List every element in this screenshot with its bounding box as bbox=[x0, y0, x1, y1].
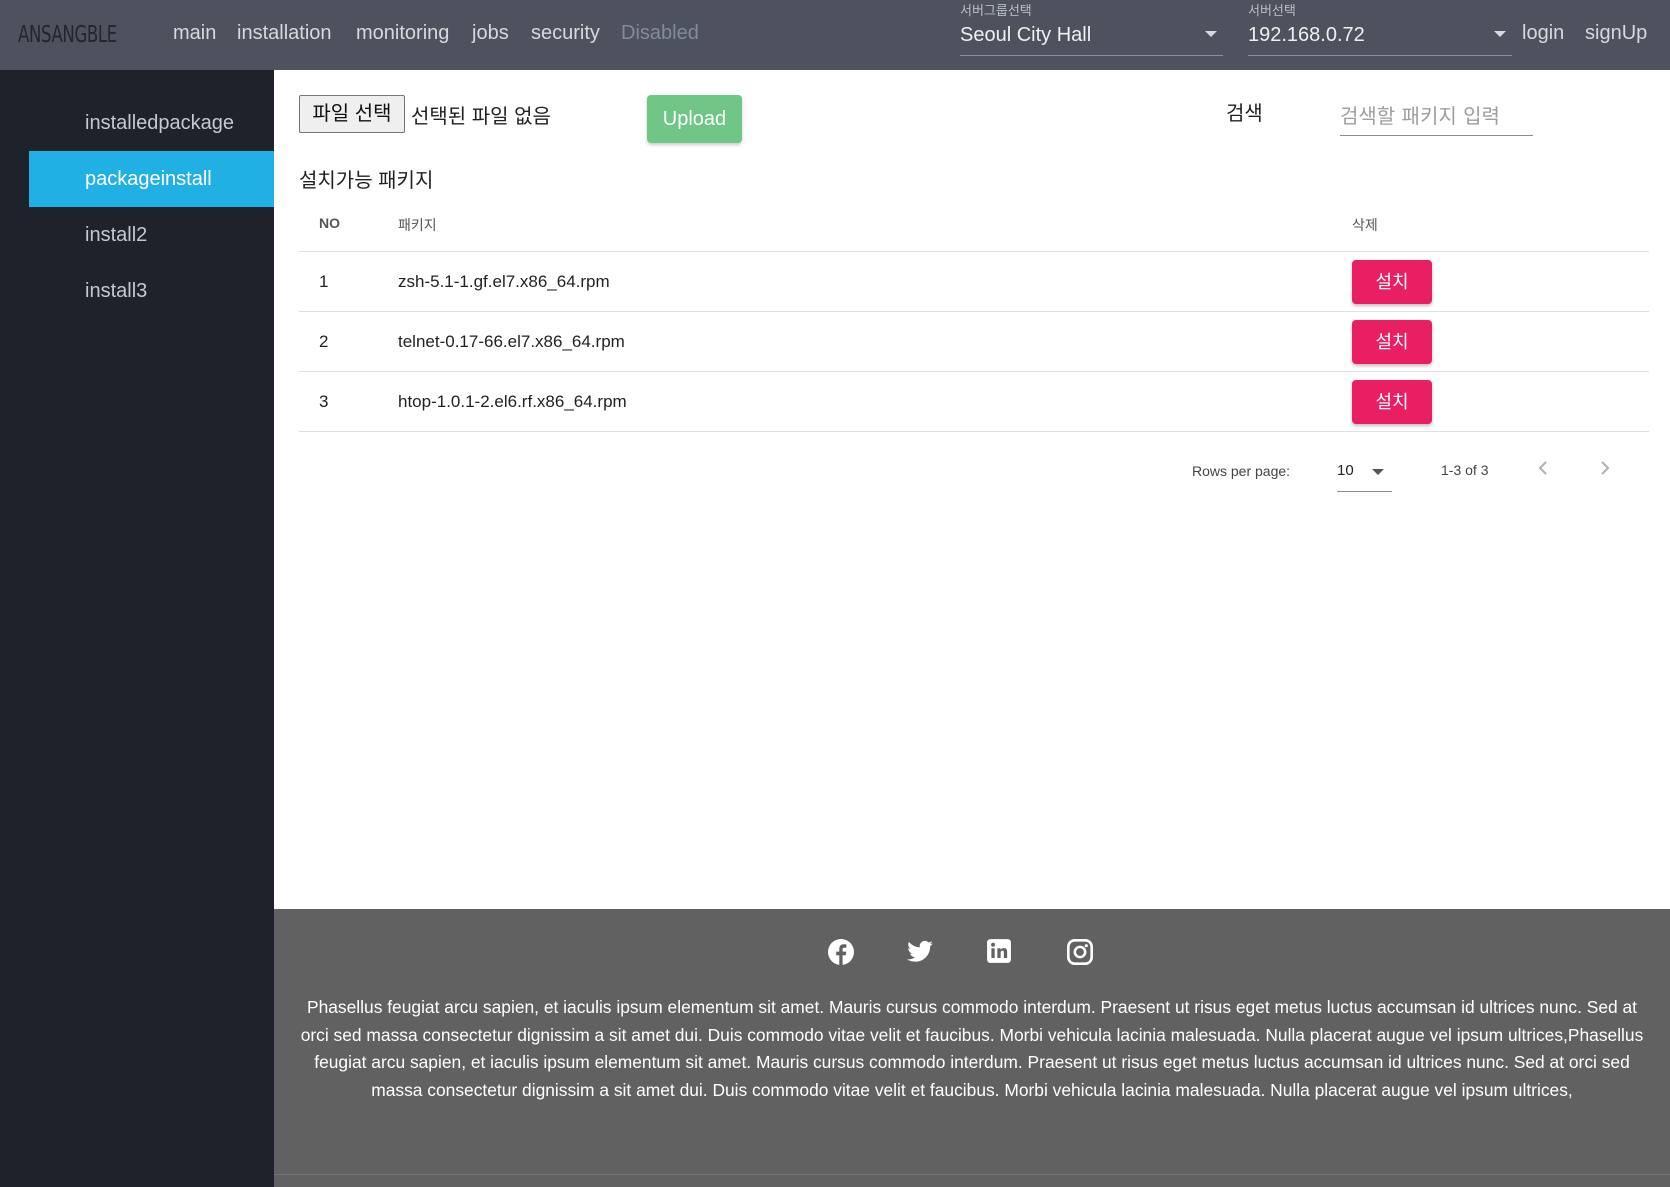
chevron-down-icon bbox=[1372, 469, 1384, 475]
login-link[interactable]: login bbox=[1522, 22, 1564, 45]
header-delete: 삭제 bbox=[1352, 217, 1378, 233]
row-package: telnet-0.17-66.el7.x86_64.rpm bbox=[398, 332, 625, 351]
top-navbar: ANSANGBLE main installation monitoring j… bbox=[0, 0, 1670, 70]
server-value: 192.168.0.72 bbox=[1248, 24, 1365, 46]
rows-per-page-select[interactable]: 10 bbox=[1337, 456, 1392, 492]
table-row: 3 htop-1.0.1-2.el6.rf.x86_64.rpm 설치 bbox=[299, 372, 1649, 432]
row-package: zsh-5.1-1.gf.el7.x86_64.rpm bbox=[398, 272, 610, 291]
footer-bottom bbox=[274, 1175, 1670, 1187]
search-input[interactable] bbox=[1340, 96, 1533, 136]
server-select[interactable]: 서버선택 192.168.0.72 bbox=[1248, 0, 1512, 56]
sidebar: installedpackage packageinstall install2… bbox=[0, 70, 274, 1187]
sidebar-item-packageinstall[interactable]: packageinstall bbox=[29, 151, 274, 207]
facebook-icon[interactable] bbox=[827, 938, 855, 966]
sidebar-item-install2[interactable]: install2 bbox=[29, 207, 274, 263]
nav-security[interactable]: security bbox=[531, 22, 600, 45]
chevron-right-icon bbox=[1601, 461, 1610, 475]
file-status-text: 선택된 파일 없음 bbox=[411, 106, 551, 128]
header-no: NO bbox=[319, 215, 340, 231]
sidebar-item-install3[interactable]: install3 bbox=[29, 263, 274, 319]
next-page-button[interactable] bbox=[1593, 456, 1617, 480]
server-group-label: 서버그룹선택 bbox=[960, 3, 1032, 18]
nav-jobs[interactable]: jobs bbox=[472, 22, 509, 45]
server-label: 서버선택 bbox=[1248, 3, 1296, 18]
footer: Phasellus feugiat arcu sapien, et iaculi… bbox=[274, 909, 1670, 1177]
page-range-text: 1-3 of 3 bbox=[1441, 462, 1489, 478]
server-group-value: Seoul City Hall bbox=[960, 24, 1092, 46]
chevron-down-icon bbox=[1205, 31, 1217, 37]
row-no: 1 bbox=[319, 272, 329, 291]
nav-disabled: Disabled bbox=[621, 22, 699, 44]
twitter-icon[interactable] bbox=[906, 938, 934, 966]
choose-file-button[interactable]: 파일 선택 bbox=[299, 95, 405, 133]
table-row: 2 telnet-0.17-66.el7.x86_64.rpm 설치 bbox=[299, 312, 1649, 372]
install-button[interactable]: 설치 bbox=[1352, 320, 1432, 364]
footer-text: Phasellus feugiat arcu sapien, et iaculi… bbox=[300, 997, 1644, 1100]
rows-per-page-value: 10 bbox=[1337, 462, 1354, 479]
search-label: 검색 bbox=[1226, 103, 1263, 125]
row-no: 2 bbox=[319, 332, 329, 351]
chevron-left-icon bbox=[1538, 461, 1547, 475]
table-pagination: Rows per page: 10 1-3 of 3 bbox=[299, 436, 1649, 492]
chevron-down-icon bbox=[1494, 31, 1506, 37]
server-group-select[interactable]: 서버그룹선택 Seoul City Hall bbox=[960, 0, 1223, 56]
rows-per-page-label: Rows per page: bbox=[1192, 463, 1291, 479]
header-package: 패키지 bbox=[398, 217, 437, 233]
sidebar-item-installedpackage[interactable]: installedpackage bbox=[29, 95, 274, 151]
table-row: 1 zsh-5.1-1.gf.el7.x86_64.rpm 설치 bbox=[299, 252, 1649, 312]
install-button[interactable]: 설치 bbox=[1352, 380, 1432, 424]
table-header: NO 패키지 삭제 bbox=[299, 200, 1649, 252]
signup-link[interactable]: signUp bbox=[1585, 22, 1647, 45]
upload-button[interactable]: Upload bbox=[647, 95, 742, 143]
instagram-icon[interactable] bbox=[1066, 938, 1094, 966]
prev-page-button[interactable] bbox=[1531, 456, 1555, 480]
nav-installation[interactable]: installation bbox=[237, 22, 332, 45]
nav-main[interactable]: main bbox=[173, 22, 216, 45]
brand-logo[interactable]: ANSANGBLE bbox=[18, 22, 117, 48]
package-table: NO 패키지 삭제 1 zsh-5.1-1.gf.el7.x86_64.rpm … bbox=[299, 200, 1649, 432]
linkedin-icon[interactable] bbox=[986, 938, 1014, 966]
row-no: 3 bbox=[319, 392, 329, 411]
nav-monitoring[interactable]: monitoring bbox=[356, 22, 449, 45]
install-button[interactable]: 설치 bbox=[1352, 260, 1432, 304]
section-title: 설치가능 패키지 bbox=[299, 170, 434, 192]
row-package: htop-1.0.1-2.el6.rf.x86_64.rpm bbox=[398, 392, 627, 411]
